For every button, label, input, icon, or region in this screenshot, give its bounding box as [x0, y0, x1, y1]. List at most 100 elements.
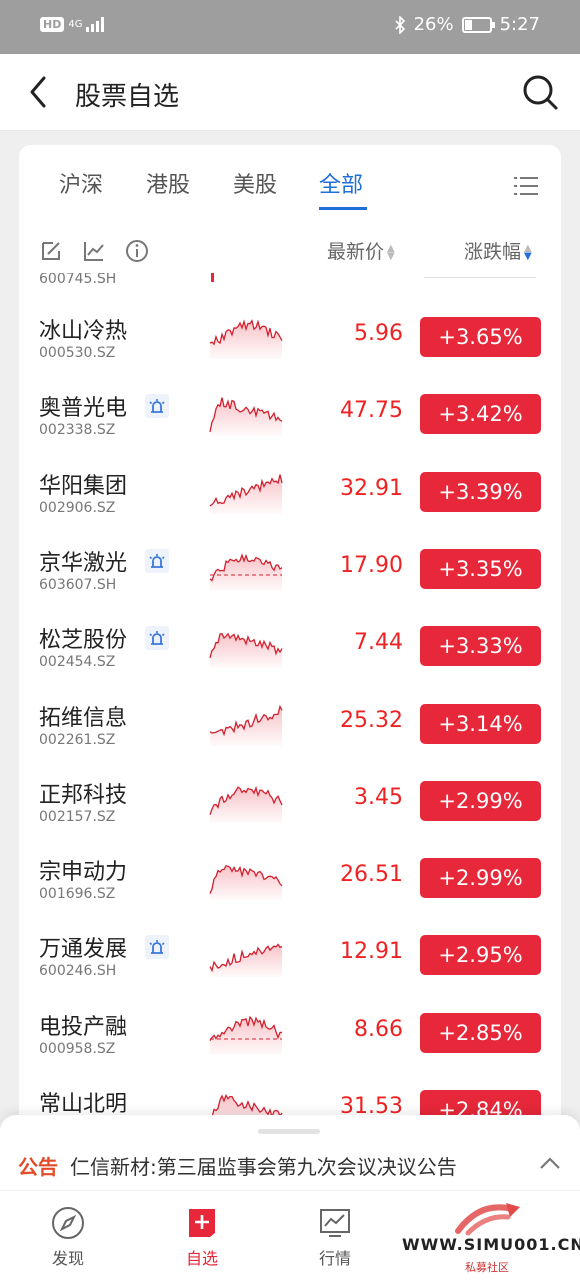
sort-icon: ▲ ▼ [387, 242, 395, 262]
stock-code: 002906.SZ [39, 499, 116, 516]
edit-icon[interactable] [39, 239, 63, 263]
alarm-bell-icon[interactable] [145, 394, 169, 419]
list-toolbar: 最新价 ▲ ▼ 涨跌幅 ▲ ▼ [19, 235, 561, 275]
info-icon[interactable] [125, 239, 149, 263]
page-title: 股票自选 [75, 82, 180, 112]
stock-name: 华阳集团 [39, 473, 128, 499]
stock-name: 宗申动力 [39, 860, 128, 886]
stock-row[interactable]: 正邦科技 002157.SZ 3.45 +2.99% [19, 769, 561, 846]
stock-row[interactable]: 冰山冷热 000530.SZ 5.96 +3.65% [19, 305, 561, 382]
change-header-label: 涨跌幅 [464, 241, 522, 263]
watermark-subtitle: 私募社区 [465, 1261, 509, 1274]
plus-square-icon [189, 1209, 215, 1237]
stock-name: 常山北明 [39, 1092, 128, 1117]
change-percent-badge[interactable]: +2.95% [420, 935, 541, 976]
change-percent-badge[interactable]: +2.99% [420, 780, 541, 821]
stock-name: 万通发展 [39, 937, 128, 963]
stock-row[interactable]: 奥普光电 002338.SZ 47.75 +3.42% [19, 382, 561, 459]
stock-row[interactable]: 宗申动力 001696.SZ 26.51 +2.99% [19, 846, 561, 923]
intraday-sparkline [209, 632, 283, 669]
alarm-bell-icon[interactable] [145, 548, 169, 573]
app-header: 股票自选 [0, 54, 580, 131]
stock-price: 12.91 [340, 939, 403, 965]
notice-text[interactable]: 仁信新材:第三届监事会第九次会议决议公告 [70, 1151, 457, 1180]
tab-ganggu[interactable]: 港股 [146, 167, 190, 199]
stock-price: 7.44 [354, 630, 403, 656]
nav-market-label: 行情 [318, 1249, 351, 1268]
market-tabs: 沪深 港股 美股 全部 [19, 167, 561, 217]
nav-discover[interactable]: 发现 [28, 1205, 108, 1269]
stock-price: 26.51 [340, 862, 403, 888]
stock-name: 电投产融 [39, 1014, 128, 1040]
hd-icon: HD [40, 16, 65, 32]
drag-handle[interactable] [258, 1129, 320, 1134]
stock-row[interactable]: 华阳集团 002906.SZ 32.91 +3.39% [19, 460, 561, 537]
intraday-sparkline [209, 704, 283, 746]
stock-price: 47.75 [340, 398, 403, 424]
change-percent-badge[interactable]: +3.39% [420, 471, 541, 512]
change-percent-badge[interactable]: +2.85% [420, 1012, 541, 1053]
nav-watchlist[interactable]: 自选 [162, 1205, 242, 1269]
nav-discover-label: 发现 [51, 1249, 84, 1268]
alarm-bell-icon[interactable] [145, 626, 169, 651]
list-menu-icon[interactable] [513, 175, 539, 197]
battery-icon [461, 16, 495, 33]
price-column-header[interactable]: 最新价 ▲ ▼ [327, 237, 395, 264]
status-bar: HD 4G 26% 5:27 [0, 0, 580, 54]
signal-icon [86, 16, 105, 32]
intraday-sparkline [209, 785, 283, 823]
watermark: WWW.SIMU001.CN 私募社区 [402, 1201, 580, 1281]
nav-market[interactable]: 行情 [295, 1205, 375, 1269]
stock-price: 32.91 [340, 475, 403, 501]
stock-name: 拓维信息 [39, 705, 128, 731]
change-percent-badge[interactable]: +3.14% [420, 703, 541, 744]
alarm-bell-icon[interactable] [145, 935, 169, 960]
stock-price: 3.45 [354, 784, 403, 810]
status-left: HD 4G [40, 16, 105, 32]
partial-row-divider [424, 277, 536, 278]
tab-hushen[interactable]: 沪深 [59, 167, 103, 199]
stock-name: 正邦科技 [39, 782, 128, 808]
chart-icon[interactable] [82, 239, 106, 263]
intraday-sparkline [209, 943, 283, 978]
network-type: 4G [68, 18, 83, 30]
watermark-url: WWW.SIMU001.CN [402, 1235, 580, 1254]
nav-watchlist-label: 自选 [185, 1249, 218, 1268]
change-percent-badge[interactable]: +2.99% [420, 858, 541, 899]
stock-code: 000530.SZ [39, 345, 116, 361]
price-header-label: 最新价 [327, 241, 385, 263]
stock-row[interactable]: 万通发展 600246.SH 12.91 +2.95% [19, 923, 561, 1000]
compass-icon [52, 1207, 84, 1239]
intraday-sparkline [209, 397, 283, 437]
change-column-header[interactable]: 涨跌幅 ▲ ▼ [464, 237, 532, 264]
intraday-sparkline [209, 474, 283, 514]
intraday-sparkline [209, 865, 283, 901]
stock-code: 603607.SH [39, 576, 117, 593]
change-percent-badge[interactable]: +3.65% [420, 317, 541, 357]
notice-tag: 公告 [18, 1155, 58, 1179]
intraday-sparkline [209, 553, 283, 591]
stock-row[interactable]: 电投产融 000958.SZ 8.66 +2.85% [19, 1001, 561, 1078]
battery-percent: 26% [413, 14, 454, 35]
chart-monitor-icon [320, 1209, 350, 1237]
partial-row[interactable]: 600745.SH [19, 273, 561, 291]
stock-name: 松芝股份 [39, 628, 128, 654]
status-right: 26% 5:27 [394, 14, 540, 35]
change-percent-badge[interactable]: +3.33% [420, 626, 541, 667]
intraday-sparkline [209, 319, 283, 359]
stock-code: 002338.SZ [39, 422, 116, 439]
stock-row[interactable]: 京华激光 603607.SH 17.90 +3.35% [19, 537, 561, 614]
change-percent-badge[interactable]: +3.42% [420, 394, 541, 435]
back-arrow-icon[interactable] [24, 74, 54, 110]
change-percent-badge[interactable]: +3.35% [420, 548, 541, 589]
tab-all[interactable]: 全部 [319, 167, 363, 199]
notice-bar[interactable]: 公告 仁信新材:第三届监事会第九次会议决议公告 [0, 1115, 580, 1190]
tab-meigu[interactable]: 美股 [233, 167, 277, 199]
stock-row[interactable]: 松芝股份 002454.SZ 7.44 +3.33% [19, 614, 561, 691]
stock-row[interactable]: 拓维信息 002261.SZ 25.32 +3.14% [19, 692, 561, 769]
intraday-sparkline [209, 1015, 283, 1055]
watchlist-card: 沪深 港股 美股 全部 最新价 ▲ ▼ 涨跌幅 ▲ ▼ 600745.SH 冰山冷热 00… [19, 145, 561, 1145]
search-icon[interactable] [520, 72, 560, 112]
chevron-up-icon[interactable] [538, 1155, 562, 1171]
stock-name: 奥普光电 [39, 396, 128, 422]
